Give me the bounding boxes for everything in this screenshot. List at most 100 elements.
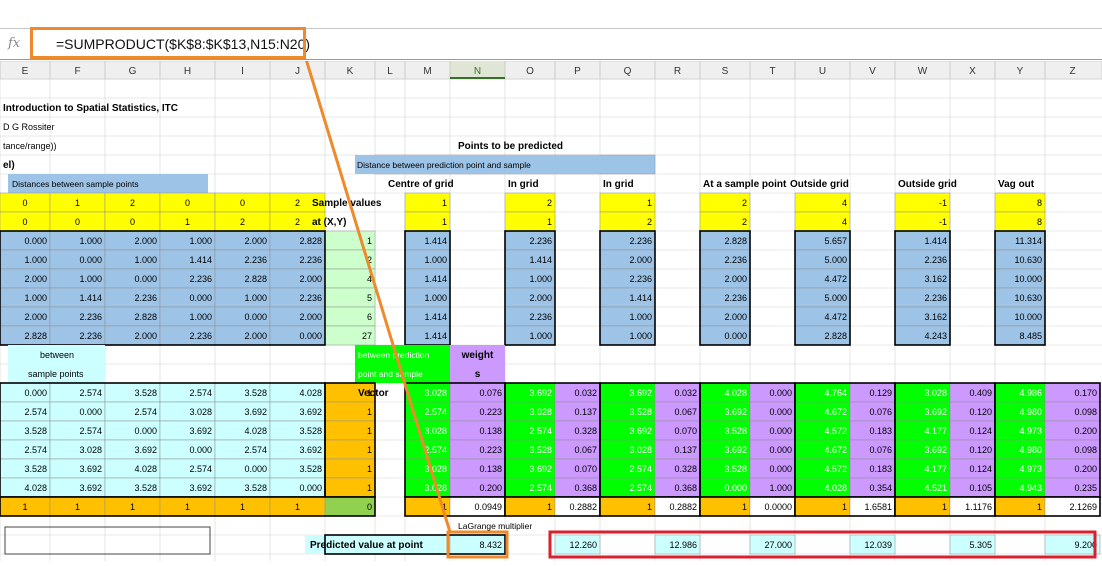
- pred-dist-value: 5.000: [824, 255, 847, 265]
- semivar-value: 3.692: [79, 483, 102, 493]
- pred-dist-value: 2.828: [824, 331, 847, 341]
- at-xy-label: at (X,Y): [312, 217, 346, 228]
- semivar-value: 3.528: [134, 483, 157, 493]
- xy-value: 0: [22, 198, 27, 208]
- xy-value: 2: [295, 198, 300, 208]
- centre-of-grid-header: Centre of grid: [388, 179, 454, 190]
- vector-value: 3.692: [629, 388, 652, 398]
- column-header-v[interactable]: V: [869, 66, 876, 77]
- sheet-canvas[interactable]: E F G H I J K L M N O P Q R S T U V W X Y Z Introduction to Sp…: [0, 58, 1102, 561]
- vag-out-header: Vag out: [998, 179, 1035, 190]
- dist-matrix-value: 2.000: [134, 331, 157, 341]
- column-header-r[interactable]: R: [674, 66, 681, 77]
- vector-value: 3.028: [424, 426, 447, 436]
- pred-dist-value: 2.000: [529, 293, 552, 303]
- column-header-e[interactable]: E: [22, 66, 29, 77]
- dist-matrix-value: 2.236: [299, 293, 322, 303]
- pred-dist-value: 4.472: [824, 312, 847, 322]
- column-header-y[interactable]: Y: [1017, 66, 1024, 77]
- column-header-l[interactable]: L: [387, 66, 393, 77]
- weight-value: 0.076: [869, 445, 892, 455]
- vector-value: 3.692: [629, 426, 652, 436]
- column-header-i[interactable]: I: [241, 66, 244, 77]
- column-header-u[interactable]: U: [819, 66, 826, 77]
- lagrange-value: 1.6581: [864, 502, 892, 512]
- pred-dist-value: 2.236: [529, 312, 552, 322]
- pred-dist-value: 1.414: [424, 274, 447, 284]
- sample-value: 27: [362, 331, 372, 341]
- pred-dist-value: 10.630: [1014, 293, 1042, 303]
- weight-value: 0.120: [969, 445, 992, 455]
- predicted-value: 12.039: [864, 540, 892, 550]
- vector-value: 3.692: [529, 464, 552, 474]
- dist-matrix-value: 0.000: [299, 331, 322, 341]
- sample-points-label: sample points: [28, 369, 84, 379]
- lagrange-value: 0.2882: [569, 502, 597, 512]
- dist-matrix-value: 2.000: [299, 274, 322, 284]
- column-header-f[interactable]: F: [74, 66, 80, 77]
- column-header-p[interactable]: P: [574, 66, 581, 77]
- dist-matrix-value: 1.000: [79, 274, 102, 284]
- sample-values-label: Sample values: [312, 198, 382, 209]
- lagrange-value: 1.1176: [965, 502, 992, 512]
- column-header-j[interactable]: J: [295, 66, 300, 77]
- title-text: Introduction to Spatial Statistics, ITC: [3, 103, 178, 114]
- point-xy-value: 4: [842, 217, 847, 227]
- vector-value: 4.572: [824, 426, 847, 436]
- predicted-value: 12.260: [569, 540, 597, 550]
- vector-value: 4.973: [1019, 464, 1042, 474]
- pred-dist-value: 5.657: [824, 236, 847, 246]
- column-header-s[interactable]: S: [722, 66, 729, 77]
- vector-value: 4.177: [924, 426, 947, 436]
- weight-value: 0.183: [869, 464, 892, 474]
- spreadsheet-grid[interactable]: E F G H I J K L M N O P Q R S T U V W X Y Z Introduction to Sp…: [0, 58, 1102, 566]
- pred-dist-value: 8.485: [1019, 331, 1042, 341]
- dist-matrix-value: 1.000: [79, 236, 102, 246]
- column-header-n[interactable]: N: [474, 66, 481, 77]
- weight-value: 0.098: [1074, 445, 1097, 455]
- dist-matrix-value: 2.000: [134, 236, 157, 246]
- semivar-value: 3.528: [24, 426, 47, 436]
- dist-matrix-value: 0.000: [134, 274, 157, 284]
- semivar-value: 2.574: [79, 426, 102, 436]
- column-header-w[interactable]: W: [918, 66, 928, 77]
- weight-value: 0.138: [479, 426, 502, 436]
- semivar-value: 3.692: [299, 445, 322, 455]
- column-header-z[interactable]: Z: [1069, 66, 1075, 77]
- vector-value: 4.986: [1019, 388, 1042, 398]
- semivar-value: 3.528: [244, 388, 267, 398]
- dist-matrix-value: 1.000: [244, 293, 267, 303]
- point-xy-value: 1: [547, 217, 552, 227]
- semivar-value: 2.574: [244, 445, 267, 455]
- pred-dist-value: 2.236: [924, 255, 947, 265]
- weight-value: 0.409: [969, 388, 992, 398]
- weight-value: 0.105: [969, 483, 992, 493]
- column-header-t[interactable]: T: [769, 66, 775, 77]
- vector-value: 3.028: [424, 388, 447, 398]
- dist-matrix-value: 2.000: [244, 331, 267, 341]
- bottom-ones-value: 1: [295, 502, 300, 512]
- predicted-value: 12.986: [669, 540, 697, 550]
- column-header-k[interactable]: K: [347, 66, 354, 77]
- pred-dist-value: 1.414: [424, 236, 447, 246]
- weight-value: 0.137: [674, 445, 697, 455]
- point-xy-value: 1: [647, 198, 652, 208]
- column-header-m[interactable]: M: [423, 66, 431, 77]
- weight-value: 0.000: [769, 464, 792, 474]
- vector-value: 4.028: [724, 388, 747, 398]
- vector-value: 2.574: [424, 445, 447, 455]
- point-xy-value: 2: [647, 217, 652, 227]
- column-header-x[interactable]: X: [969, 66, 976, 77]
- column-header-h[interactable]: H: [184, 66, 191, 77]
- column-header-q[interactable]: Q: [624, 66, 632, 77]
- semivar-value: 0.000: [299, 483, 322, 493]
- points-to-predict-label: Points to be predicted: [458, 141, 563, 152]
- column-header-o[interactable]: O: [526, 66, 534, 77]
- lagrange-one-value: 1: [547, 502, 552, 512]
- column-header-g[interactable]: G: [129, 66, 137, 77]
- point-xy-value: -1: [939, 198, 947, 208]
- bottom-ones-value: 1: [240, 502, 245, 512]
- pred-dist-value: 1.000: [424, 255, 447, 265]
- semivar-value: 4.028: [299, 388, 322, 398]
- fx-icon[interactable]: fx: [8, 36, 20, 51]
